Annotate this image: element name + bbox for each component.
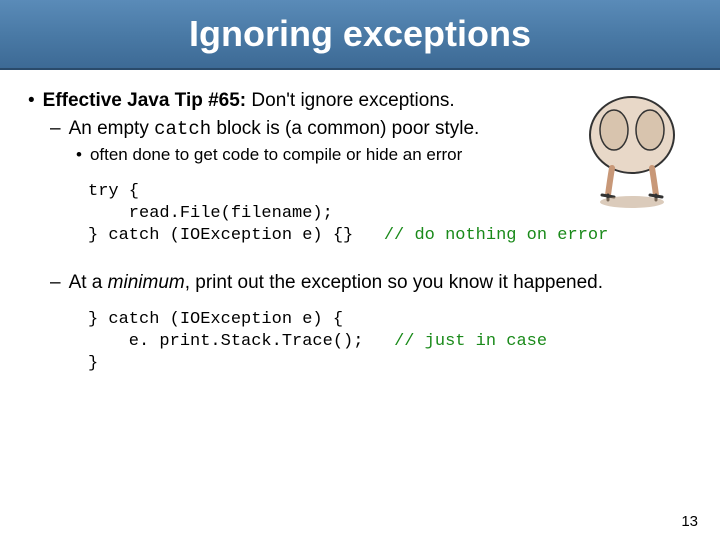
code2-l3: } [88,354,98,373]
dash1-text: An empty catch block is (a common) poor … [69,116,480,143]
ostrich-icon [562,80,702,220]
code1-l1: try { [88,182,139,201]
code1-comment: // do nothing on error [384,226,608,245]
sub-bullet-icon: • [76,144,82,167]
dash2-italic: minimum [108,272,185,293]
dash2-b: , print out the exception so you know it… [185,272,603,293]
code2-l1: } catch (IOException e) { [88,310,343,329]
code2-comment: // just in case [394,332,547,351]
title-bar: Ignoring exceptions [0,0,720,70]
code1-l2: read.File(filename); [88,204,333,223]
code-block-2: } catch (IOException e) { e. print.Stack… [88,309,692,375]
dash1-b: block is (a common) poor style. [211,118,479,139]
dash-icon: – [50,116,61,142]
code2-l2a: e. print.Stack.Trace(); [88,332,394,351]
page-number: 13 [681,513,698,530]
dash2-text: At a minimum, print out the exception so… [69,270,603,296]
bullet-main-text: Effective Java Tip #65: Don't ignore exc… [43,88,455,114]
tip-label: Effective Java Tip #65: [43,90,246,111]
dash2-a: At a [69,272,108,293]
code1-l3a: } catch (IOException e) {} [88,226,384,245]
sub1-text: often done to get code to compile or hid… [90,144,462,167]
dash-icon: – [50,270,61,296]
tip-text: Don't ignore exceptions. [246,90,455,111]
dash1-code: catch [154,118,211,140]
bullet-dot-icon: • [28,88,35,114]
slide-title: Ignoring exceptions [189,13,531,55]
dash1-a: An empty [69,118,155,139]
dash-item-2: – At a minimum, print out the exception … [28,270,692,296]
